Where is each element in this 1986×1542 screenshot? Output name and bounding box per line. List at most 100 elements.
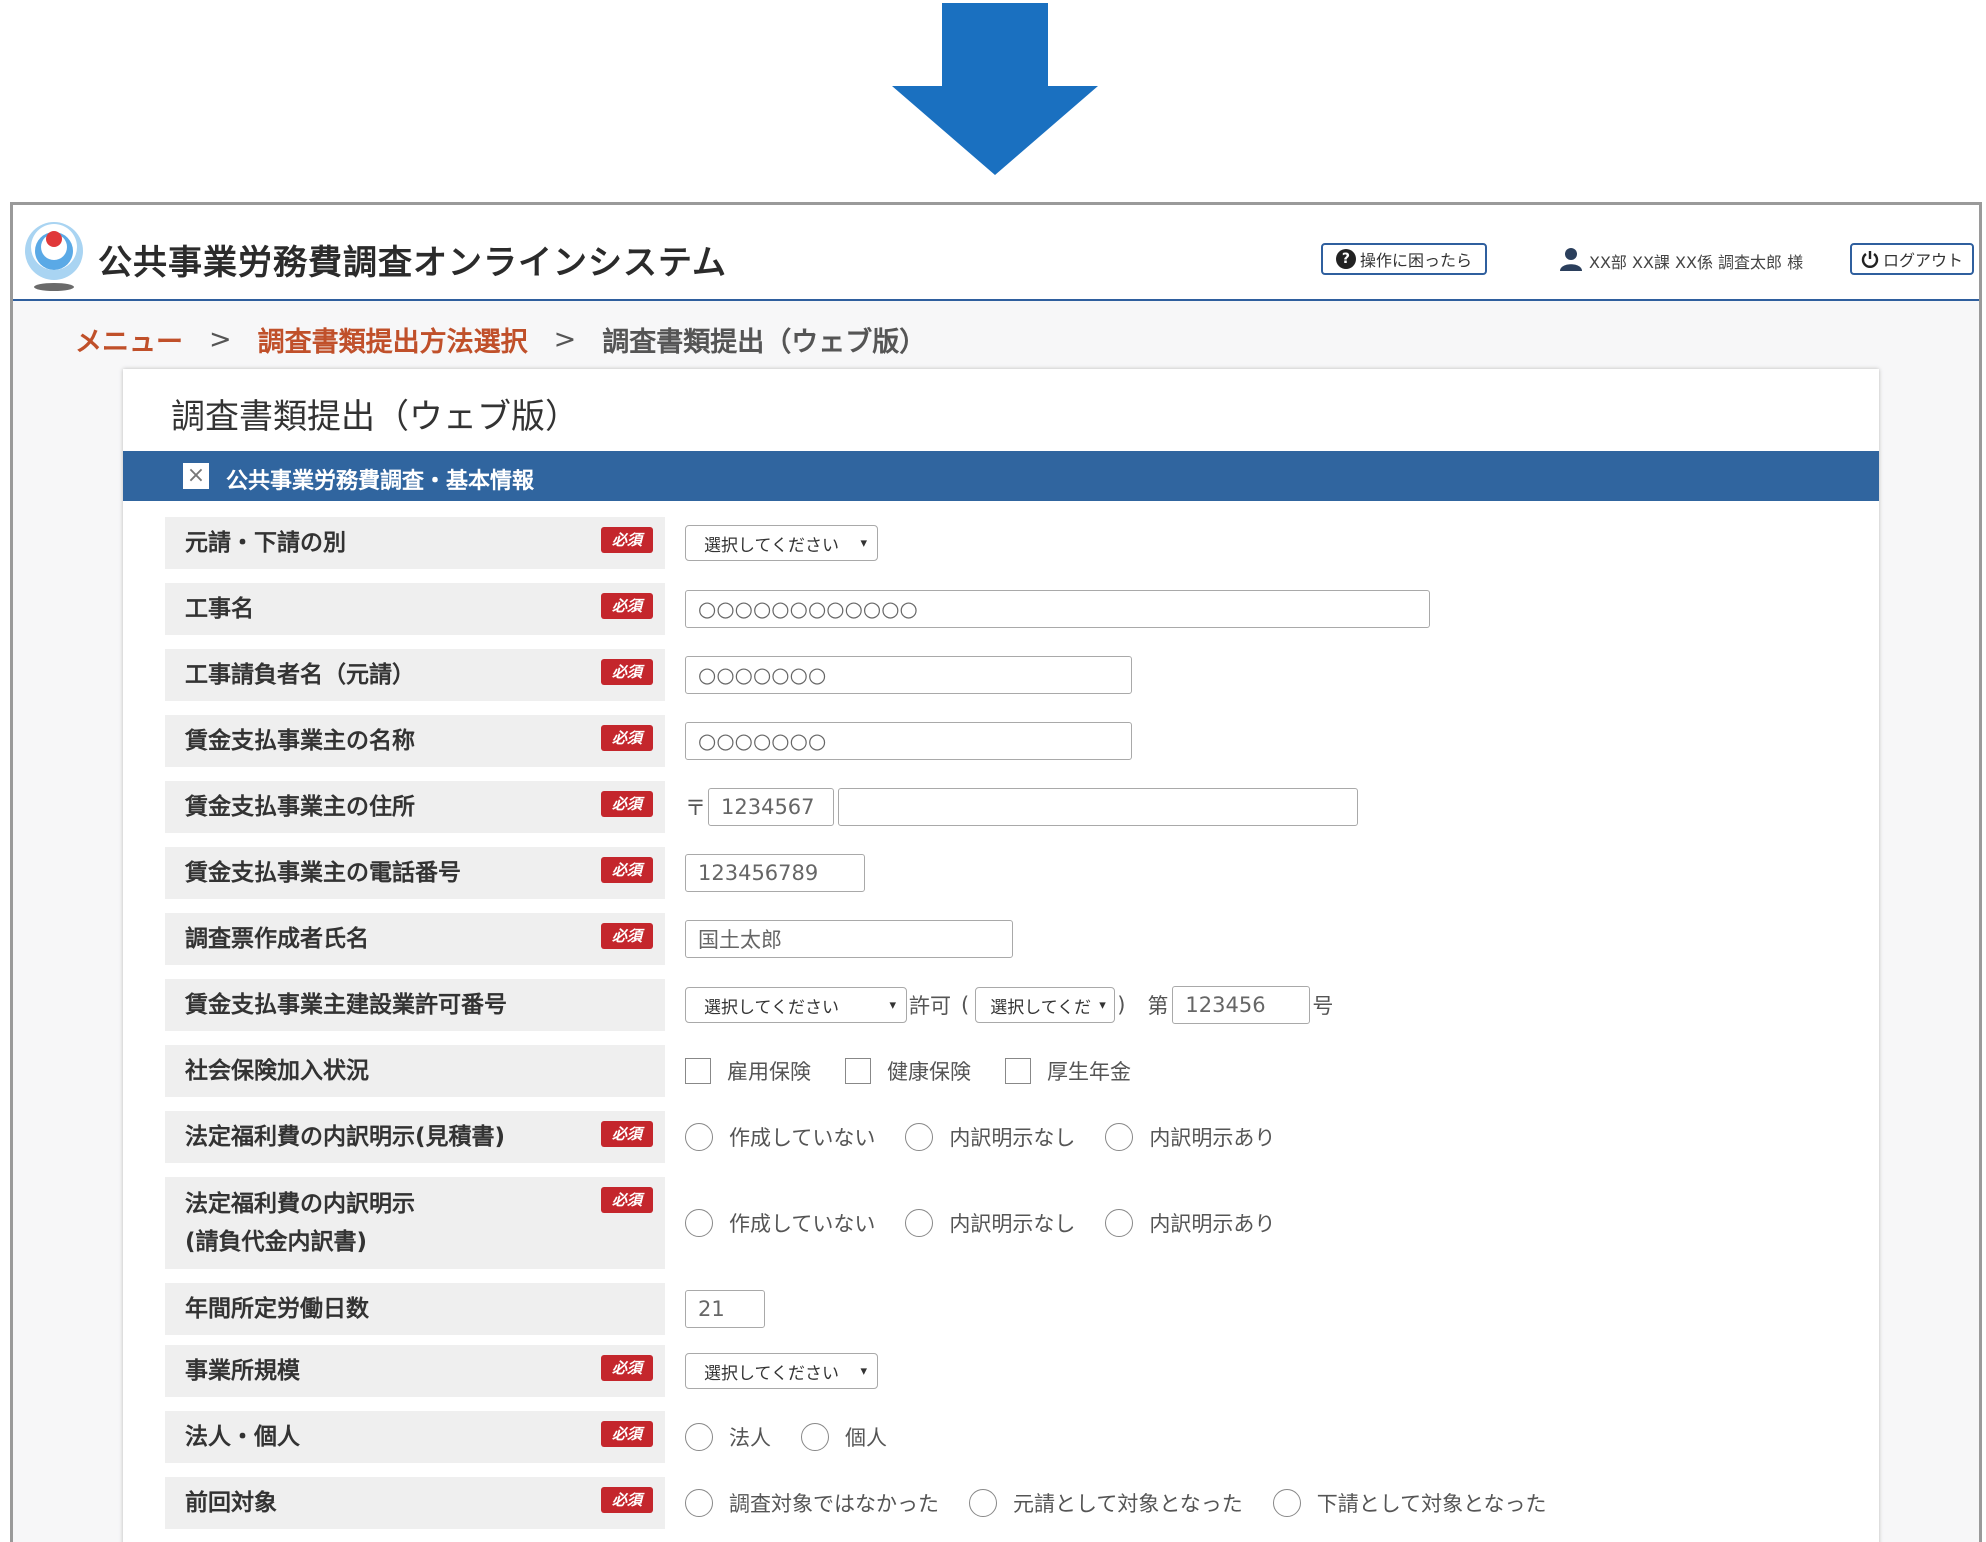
- field-label-box: 工事名 必須: [165, 583, 665, 635]
- field-label-box: 年間所定労働日数: [165, 1283, 665, 1335]
- business-scale-select[interactable]: 選択してください ▾: [685, 1353, 878, 1389]
- app-window: 公共事業労務費調査オンラインシステム ? 操作に困ったら XX部 XX課 XX係…: [10, 202, 1982, 1542]
- radio-label: 内訳明示なし: [949, 1212, 1076, 1236]
- radio-label: 内訳明示なし: [949, 1126, 1076, 1150]
- checkbox-label: 健康保険: [887, 1060, 971, 1084]
- field-label: 法定福利費の内訳明示(見積書): [185, 1124, 506, 1150]
- page-title: 調査書類提出（ウェブ版）: [171, 397, 579, 437]
- employer-name-input[interactable]: ○○○○○○○: [685, 722, 1132, 760]
- field-label: 前回対象: [185, 1490, 277, 1516]
- section-header: × 公共事業労務費調査・基本情報: [123, 451, 1879, 501]
- go-text: 号: [1312, 994, 1334, 1018]
- logout-button[interactable]: ログアウト: [1850, 243, 1974, 275]
- form-row-business-scale: 事業所規模 必須 選択してください ▾: [165, 1345, 1865, 1397]
- close-paren: ): [1117, 993, 1126, 1017]
- required-badge: 必須: [601, 527, 653, 553]
- field-label: 元請・下請の別: [185, 530, 346, 556]
- field-label-box: 元請・下請の別 必須: [165, 517, 665, 569]
- required-badge: 必須: [601, 1421, 653, 1447]
- pension-checkbox[interactable]: [1005, 1058, 1031, 1084]
- breadcrumb-menu-link[interactable]: メニュー: [75, 320, 183, 359]
- license-number-input[interactable]: 123456: [1172, 986, 1311, 1024]
- form-row-employer-name: 賃金支払事業主の名称 必須 ○○○○○○○: [165, 715, 1865, 767]
- field-label: 賃金支払事業主建設業許可番号: [185, 992, 507, 1018]
- corporation-radio[interactable]: [685, 1423, 713, 1451]
- radio-label: 内訳明示あり: [1149, 1212, 1276, 1236]
- postal-code-input[interactable]: 1234567: [708, 788, 834, 826]
- app-title: 公共事業労務費調査オンラインシステム: [98, 243, 727, 283]
- field-label: (請負代金内訳書): [185, 1229, 368, 1255]
- breadcrumb-method-select-link[interactable]: 調査書類提出方法選択: [258, 320, 528, 359]
- required-badge: 必須: [601, 1487, 653, 1513]
- required-badge: 必須: [601, 659, 653, 685]
- help-button-label: 操作に困ったら: [1359, 251, 1472, 270]
- form-row-annual-workdays: 年間所定労働日数 21: [165, 1283, 1865, 1335]
- radio-label: 下請として対象となった: [1316, 1492, 1547, 1516]
- collapse-icon[interactable]: ×: [183, 463, 209, 489]
- welfare-estimate-none-radio[interactable]: [685, 1123, 713, 1151]
- previous-not-target-radio[interactable]: [685, 1489, 713, 1517]
- welfare-contract-no-detail-radio[interactable]: [905, 1209, 934, 1237]
- user-icon: [1560, 248, 1582, 271]
- field-label: 年間所定労働日数: [185, 1296, 369, 1322]
- prime-sub-select[interactable]: 選択してください ▾: [685, 525, 878, 561]
- form-row-welfare-estimate: 法定福利費の内訳明示(見積書) 必須 作成していない 内訳明示なし 内訳明示あり: [165, 1111, 1865, 1163]
- license-type-select[interactable]: 選択してくだ ▾: [975, 987, 1116, 1023]
- welfare-estimate-detail-radio[interactable]: [1105, 1123, 1134, 1151]
- breadcrumb: メニュー > 調査書類提出方法選択 > 調査書類提出（ウェブ版）: [75, 320, 926, 359]
- field-label: 調査票作成者氏名: [185, 926, 369, 952]
- welfare-contract-detail-radio[interactable]: [1105, 1209, 1134, 1237]
- select-value: 選択してください: [704, 1363, 839, 1384]
- required-badge: 必須: [601, 593, 653, 619]
- required-badge: 必須: [601, 923, 653, 949]
- employment-insurance-checkbox[interactable]: [685, 1058, 711, 1084]
- radio-label: 法人: [729, 1426, 771, 1450]
- form-row-preparer-name: 調査票作成者氏名 必須 国土太郎: [165, 913, 1865, 965]
- select-value: 選択してください: [704, 535, 839, 556]
- top-bar: 公共事業労務費調査オンラインシステム ? 操作に困ったら XX部 XX課 XX係…: [13, 205, 1979, 301]
- form-row-license-number: 賃金支払事業主建設業許可番号 選択してください ▾ 許可 ( 選択してくだ ▾ …: [165, 979, 1865, 1031]
- required-badge: 必須: [601, 1355, 653, 1381]
- down-arrow-icon: [892, 3, 1098, 175]
- select-value: 選択してください: [704, 997, 839, 1018]
- breadcrumb-separator: >: [553, 324, 577, 355]
- previous-prime-target-radio[interactable]: [969, 1489, 997, 1517]
- welfare-contract-none-radio[interactable]: [685, 1209, 713, 1237]
- chevron-down-icon: ▾: [860, 535, 867, 551]
- individual-radio[interactable]: [801, 1423, 829, 1451]
- dai-text: 第: [1147, 994, 1169, 1018]
- field-label: 法人・個人: [185, 1424, 300, 1450]
- preparer-name-input[interactable]: 国土太郎: [685, 920, 1013, 958]
- permit-text: 許可: [909, 994, 951, 1018]
- annual-workdays-input[interactable]: 21: [685, 1290, 765, 1328]
- chevron-down-icon: ▾: [860, 1363, 867, 1379]
- postal-mark: 〒: [685, 796, 706, 820]
- help-button[interactable]: ? 操作に困ったら: [1321, 243, 1487, 275]
- required-badge: 必須: [601, 791, 653, 817]
- field-label-box: 前回対象 必須: [165, 1477, 665, 1529]
- form-row-project-name: 工事名 必須 ○○○○○○○○○○○○: [165, 583, 1865, 635]
- radio-label: 作成していない: [729, 1126, 876, 1150]
- required-badge: 必須: [601, 1121, 653, 1147]
- user-name-label: XX部 XX課 XX係 調査太郎 様: [1589, 253, 1804, 272]
- field-label-box: 賃金支払事業主の名称 必須: [165, 715, 665, 767]
- welfare-estimate-no-detail-radio[interactable]: [905, 1123, 934, 1151]
- project-name-input[interactable]: ○○○○○○○○○○○○: [685, 590, 1430, 628]
- radio-label: 元請として対象となった: [1013, 1492, 1243, 1516]
- health-insurance-checkbox[interactable]: [845, 1058, 871, 1084]
- radio-label: 作成していない: [729, 1212, 876, 1236]
- section-title: 公共事業労務費調査・基本情報: [226, 469, 535, 494]
- field-label: 賃金支払事業主の名称: [185, 728, 415, 754]
- select-value: 選択してくだ: [990, 997, 1092, 1018]
- breadcrumb-current: 調査書類提出（ウェブ版）: [602, 327, 927, 358]
- phone-input[interactable]: 123456789: [685, 854, 865, 892]
- field-label: 賃金支払事業主の住所: [185, 794, 415, 820]
- previous-sub-target-radio[interactable]: [1272, 1489, 1301, 1517]
- field-label-box: 賃金支払事業主の住所 必須: [165, 781, 665, 833]
- form-row-contractor-name: 工事請負者名（元請） 必須 ○○○○○○○: [165, 649, 1865, 701]
- field-label-box: 法人・個人 必須: [165, 1411, 665, 1463]
- address-input[interactable]: [838, 788, 1358, 826]
- license-authority-select[interactable]: 選択してください ▾: [685, 987, 907, 1023]
- contractor-name-input[interactable]: ○○○○○○○: [685, 656, 1132, 694]
- form-row-welfare-contract: 法定福利費の内訳明示 (請負代金内訳書) 必須 作成していない 内訳明示なし 内…: [165, 1177, 1865, 1269]
